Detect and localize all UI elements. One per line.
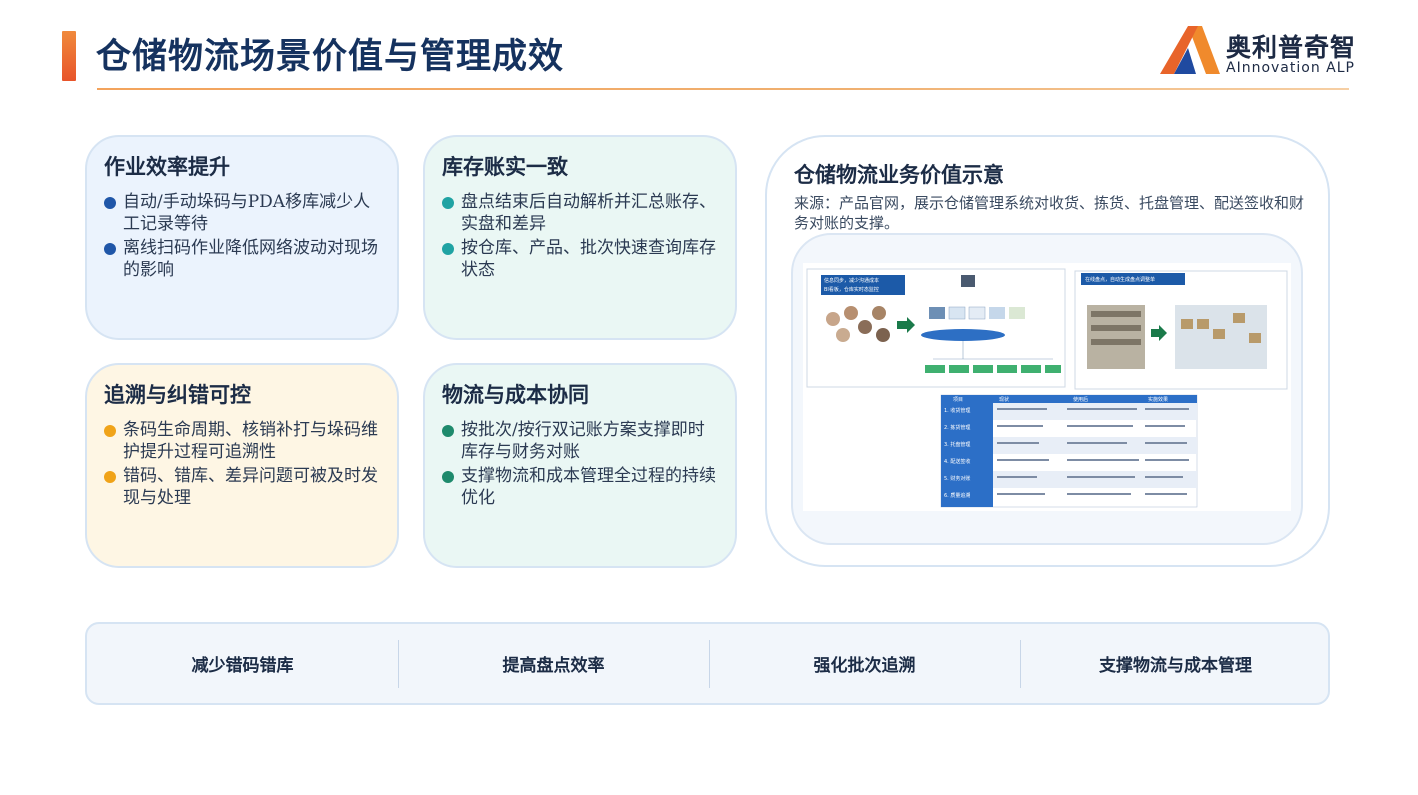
point-text: 支撑物流和成本管理全过程的持续优化 — [461, 466, 716, 508]
summary-item: 支撑物流与成本管理 — [1099, 656, 1252, 676]
card-traceability: 追溯与纠错可控 条码生命周期、核销补打与垛码维护提升过程可追溯性 错码、错库、差… — [85, 363, 399, 568]
table-header-cell: 项目 — [953, 397, 963, 403]
table-row-label: 5. 财务对账 — [944, 475, 970, 482]
point-text: 错码、错库、差异问题可被及时发现与处理 — [123, 466, 378, 508]
value-illustration-panel: 仓储物流业务价值示意 来源：产品官网，展示仓储管理系统对收货、拣货、托盘管理、配… — [765, 135, 1330, 567]
table-header-cell: 使用后 — [1073, 396, 1088, 403]
source-caption: 来源：产品官网，展示仓储管理系统对收货、拣货、托盘管理、配送签收和财务对账的支撑… — [794, 194, 1305, 232]
point-text: 按批次/按行双记账方案支撑即时库存与财务对账 — [461, 420, 705, 462]
point-text: 离线扫码作业降低网络波动对现场的影响 — [123, 238, 378, 280]
card-title: 追溯与纠错可控 — [104, 382, 251, 407]
card-title: 库存账实一致 — [442, 154, 568, 179]
bullet-dot-icon — [104, 197, 116, 209]
point-text: 按仓库、产品、批次快速查询库存状态 — [461, 238, 716, 280]
header-divider — [97, 88, 1349, 90]
table-row-label: 6. 质量追溯 — [944, 492, 970, 499]
list-item: 盘点结束后自动解析并汇总账存、实盘和差异 — [441, 191, 721, 235]
list-item: 离线扫码作业降低网络波动对现场的影响 — [103, 237, 383, 281]
list-item: 按仓库、产品、批次快速查询库存状态 — [441, 237, 721, 281]
list-item: 条码生命周期、核销补打与垛码维护提升过程可追溯性 — [103, 419, 383, 463]
bullet-dot-icon — [104, 243, 116, 255]
summary-bar: 减少错码错库 提高盘点效率 强化批次追溯 支撑物流与成本管理 — [85, 622, 1330, 705]
card-inventory-consistency: 库存账实一致 盘点结束后自动解析并汇总账存、实盘和差异 按仓库、产品、批次快速查… — [423, 135, 737, 340]
card-efficiency: 作业效率提升 自动/手动垛码与PDA移库减少人工记录等待 离线扫码作业降低网络波… — [85, 135, 399, 340]
panel-title: 仓储物流业务价值示意 — [794, 162, 1004, 187]
table-row-label: 4. 配送签收 — [944, 458, 970, 465]
point-text: 盘点结束后自动解析并汇总账存、实盘和差异 — [461, 192, 716, 234]
summary-item: 减少错码错库 — [191, 656, 294, 676]
logo-name: 奥利普奇智 — [1226, 33, 1357, 62]
point-text: 条码生命周期、核销补打与垛码维护提升过程可追溯性 — [123, 420, 378, 462]
slide-banner-text: 信息同步，减少沟通成本 — [824, 277, 879, 284]
table-row-label: 2. 拣货管理 — [944, 424, 970, 431]
table-header-cell: 现状 — [999, 396, 1009, 403]
card-title: 物流与成本协同 — [442, 382, 589, 407]
card-points: 按批次/按行双记账方案支撑即时库存与财务对账 支撑物流和成本管理全过程的持续优化 — [441, 419, 721, 511]
logo-mark-icon — [1160, 26, 1220, 74]
table-row-label: 1. 收货管理 — [944, 407, 970, 414]
list-item: 支撑物流和成本管理全过程的持续优化 — [441, 465, 721, 509]
bullet-dot-icon — [104, 471, 116, 483]
bullet-dot-icon — [442, 243, 454, 255]
list-item: 自动/手动垛码与PDA移库减少人工记录等待 — [103, 191, 383, 235]
product-screenshot-image: 信息同步，减少沟通成本 BI看板，仓库实时态监控 在线盘点，自动生成盘点调整单 … — [803, 263, 1291, 511]
list-item: 按批次/按行双记账方案支撑即时库存与财务对账 — [441, 419, 721, 463]
table-row-label: 3. 托盘管理 — [944, 441, 970, 448]
card-points: 条码生命周期、核销补打与垛码维护提升过程可追溯性 错码、错库、差异问题可被及时发… — [103, 419, 383, 511]
image-frame: 信息同步，减少沟通成本 BI看板，仓库实时态监控 在线盘点，自动生成盘点调整单 … — [791, 233, 1303, 545]
list-item: 错码、错库、差异问题可被及时发现与处理 — [103, 465, 383, 509]
bullet-dot-icon — [104, 425, 116, 437]
card-points: 盘点结束后自动解析并汇总账存、实盘和差异 按仓库、产品、批次快速查询库存状态 — [441, 191, 721, 283]
title-accent-bar — [62, 31, 76, 81]
logo-subtitle: AInnovation ALP — [1226, 60, 1355, 76]
summary-item: 提高盘点效率 — [502, 656, 605, 676]
page-title: 仓储物流场景价值与管理成效 — [96, 37, 565, 77]
bullet-dot-icon — [442, 197, 454, 209]
slide-banner-text-2: BI看板，仓库实时态监控 — [824, 286, 879, 293]
card-title: 作业效率提升 — [104, 154, 230, 179]
company-logo: 奥利普奇智 AInnovation ALP — [1158, 22, 1358, 78]
table-header-cell: 实施效果 — [1148, 396, 1168, 403]
slide-banner-right: 在线盘点，自动生成盘点调整单 — [1085, 276, 1155, 283]
point-text: 自动/手动垛码与PDA移库减少人工记录等待 — [123, 192, 371, 234]
card-logistics-cost: 物流与成本协同 按批次/按行双记账方案支撑即时库存与财务对账 支撑物流和成本管理… — [423, 363, 737, 568]
bullet-dot-icon — [442, 425, 454, 437]
bullet-dot-icon — [442, 471, 454, 483]
summary-item: 强化批次追溯 — [813, 656, 916, 676]
card-points: 自动/手动垛码与PDA移库减少人工记录等待 离线扫码作业降低网络波动对现场的影响 — [103, 191, 383, 283]
